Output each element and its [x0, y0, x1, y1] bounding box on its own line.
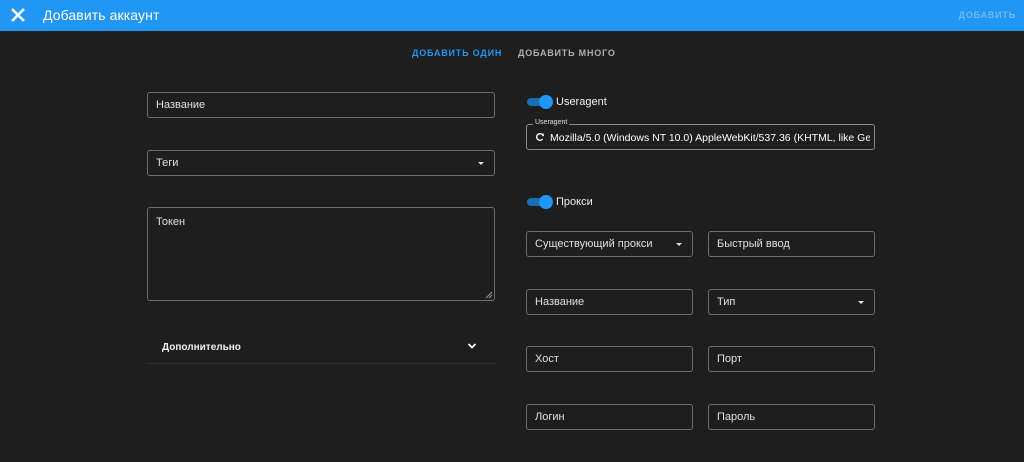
useragent-toggle-label: Useragent — [556, 96, 607, 108]
dialog-title: Добавить аккаунт — [43, 7, 160, 23]
token-textarea[interactable]: Токен — [147, 207, 495, 301]
chevron-down-icon — [467, 343, 477, 349]
tags-select[interactable]: Теги — [147, 150, 495, 176]
app-bar: Добавить аккаунт ДОБАВИТЬ — [0, 0, 1024, 31]
tab-add-one[interactable]: ДОБАВИТЬ ОДИН — [412, 48, 502, 58]
useragent-value: Mozilla/5.0 (Windows NT 10.0) AppleWebKi… — [550, 132, 870, 144]
dropdown-caret-icon — [858, 301, 864, 304]
useragent-field-label: Useragent — [533, 119, 570, 126]
quick-input-label: Быстрый ввод — [717, 238, 790, 250]
quick-input-field[interactable]: Быстрый ввод — [708, 231, 875, 257]
resize-handle-icon[interactable] — [485, 291, 493, 299]
existing-proxy-select[interactable]: Существующий прокси — [526, 231, 693, 257]
proxy-toggle-label: Прокси — [556, 196, 593, 208]
proxy-name-field[interactable]: Название — [526, 289, 693, 315]
proxy-type-label: Тип — [717, 296, 736, 308]
host-label: Хост — [535, 353, 559, 365]
toggle-knob — [539, 95, 553, 109]
refresh-icon[interactable] — [535, 132, 545, 142]
toggle-knob — [539, 195, 553, 209]
proxy-name-label: Название — [535, 296, 585, 308]
password-field[interactable]: Пароль — [708, 404, 875, 430]
close-button[interactable] — [6, 3, 30, 27]
proxy-type-select[interactable]: Тип — [708, 289, 875, 315]
account-name-field[interactable]: Название — [147, 92, 495, 118]
useragent-field[interactable]: Useragent Mozilla/5.0 (Windows NT 10.0) … — [526, 119, 875, 150]
port-label: Порт — [717, 353, 742, 365]
mode-tabs: ДОБАВИТЬ ОДИН ДОБАВИТЬ МНОГО — [0, 42, 1024, 64]
password-label: Пароль — [717, 411, 756, 423]
dropdown-caret-icon — [676, 243, 682, 246]
tab-add-many[interactable]: ДОБАВИТЬ МНОГО — [518, 48, 616, 58]
port-field[interactable]: Порт — [708, 346, 875, 372]
host-field[interactable]: Хост — [526, 346, 693, 372]
advanced-label: Дополнительно — [162, 342, 241, 353]
account-name-label: Название — [156, 99, 206, 111]
login-field[interactable]: Логин — [526, 404, 693, 430]
proxy-toggle[interactable] — [527, 195, 553, 209]
close-icon — [11, 8, 25, 22]
useragent-toggle[interactable] — [527, 95, 553, 109]
add-button[interactable]: ДОБАВИТЬ — [959, 10, 1016, 20]
token-label: Токен — [156, 216, 186, 228]
login-label: Логин — [535, 411, 565, 423]
dropdown-caret-icon — [478, 162, 484, 165]
tags-label: Теги — [156, 157, 179, 169]
existing-proxy-label: Существующий прокси — [535, 238, 653, 250]
advanced-expander[interactable]: Дополнительно — [147, 330, 495, 364]
